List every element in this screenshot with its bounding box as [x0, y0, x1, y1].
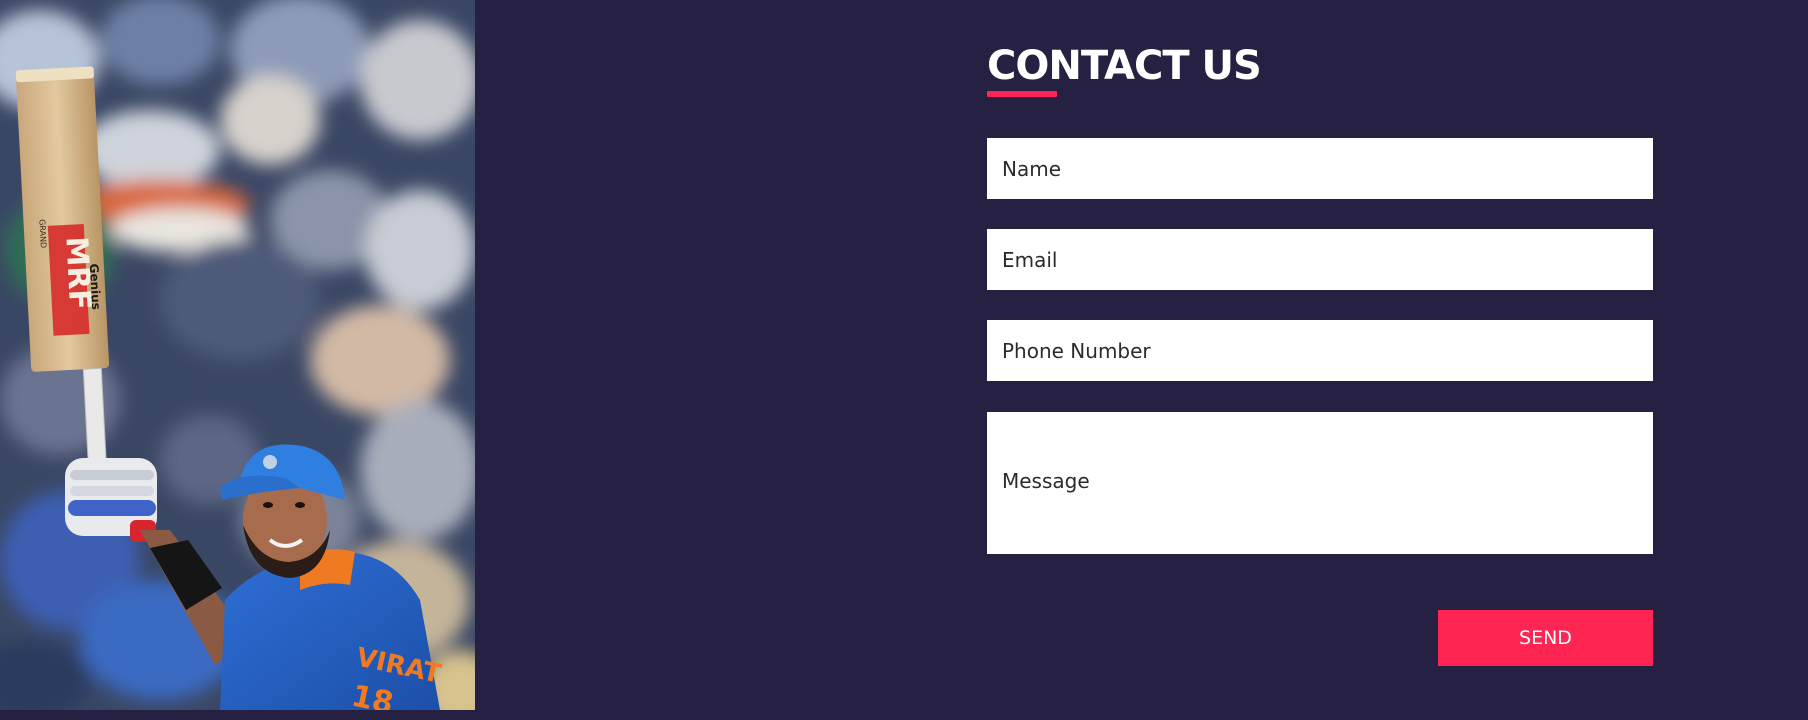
message-textarea[interactable]: [987, 412, 1653, 554]
page-title: CONTACT US: [987, 43, 1262, 89]
phone-number-input[interactable]: [987, 320, 1653, 381]
bat-model-text: Genius: [87, 263, 103, 310]
email-input[interactable]: [987, 229, 1653, 290]
name-input[interactable]: [987, 138, 1653, 199]
bat-maker-text: GRAND: [37, 219, 48, 248]
cricketer-photo-illustration: MRF Genius GRAND VIRAT 18: [0, 0, 475, 710]
send-button[interactable]: SEND: [1438, 610, 1653, 666]
contact-section: CONTACT US SEND: [987, 0, 1653, 720]
title-underline: [987, 91, 1057, 97]
cricketer-photo: MRF Genius GRAND VIRAT 18: [0, 0, 475, 710]
